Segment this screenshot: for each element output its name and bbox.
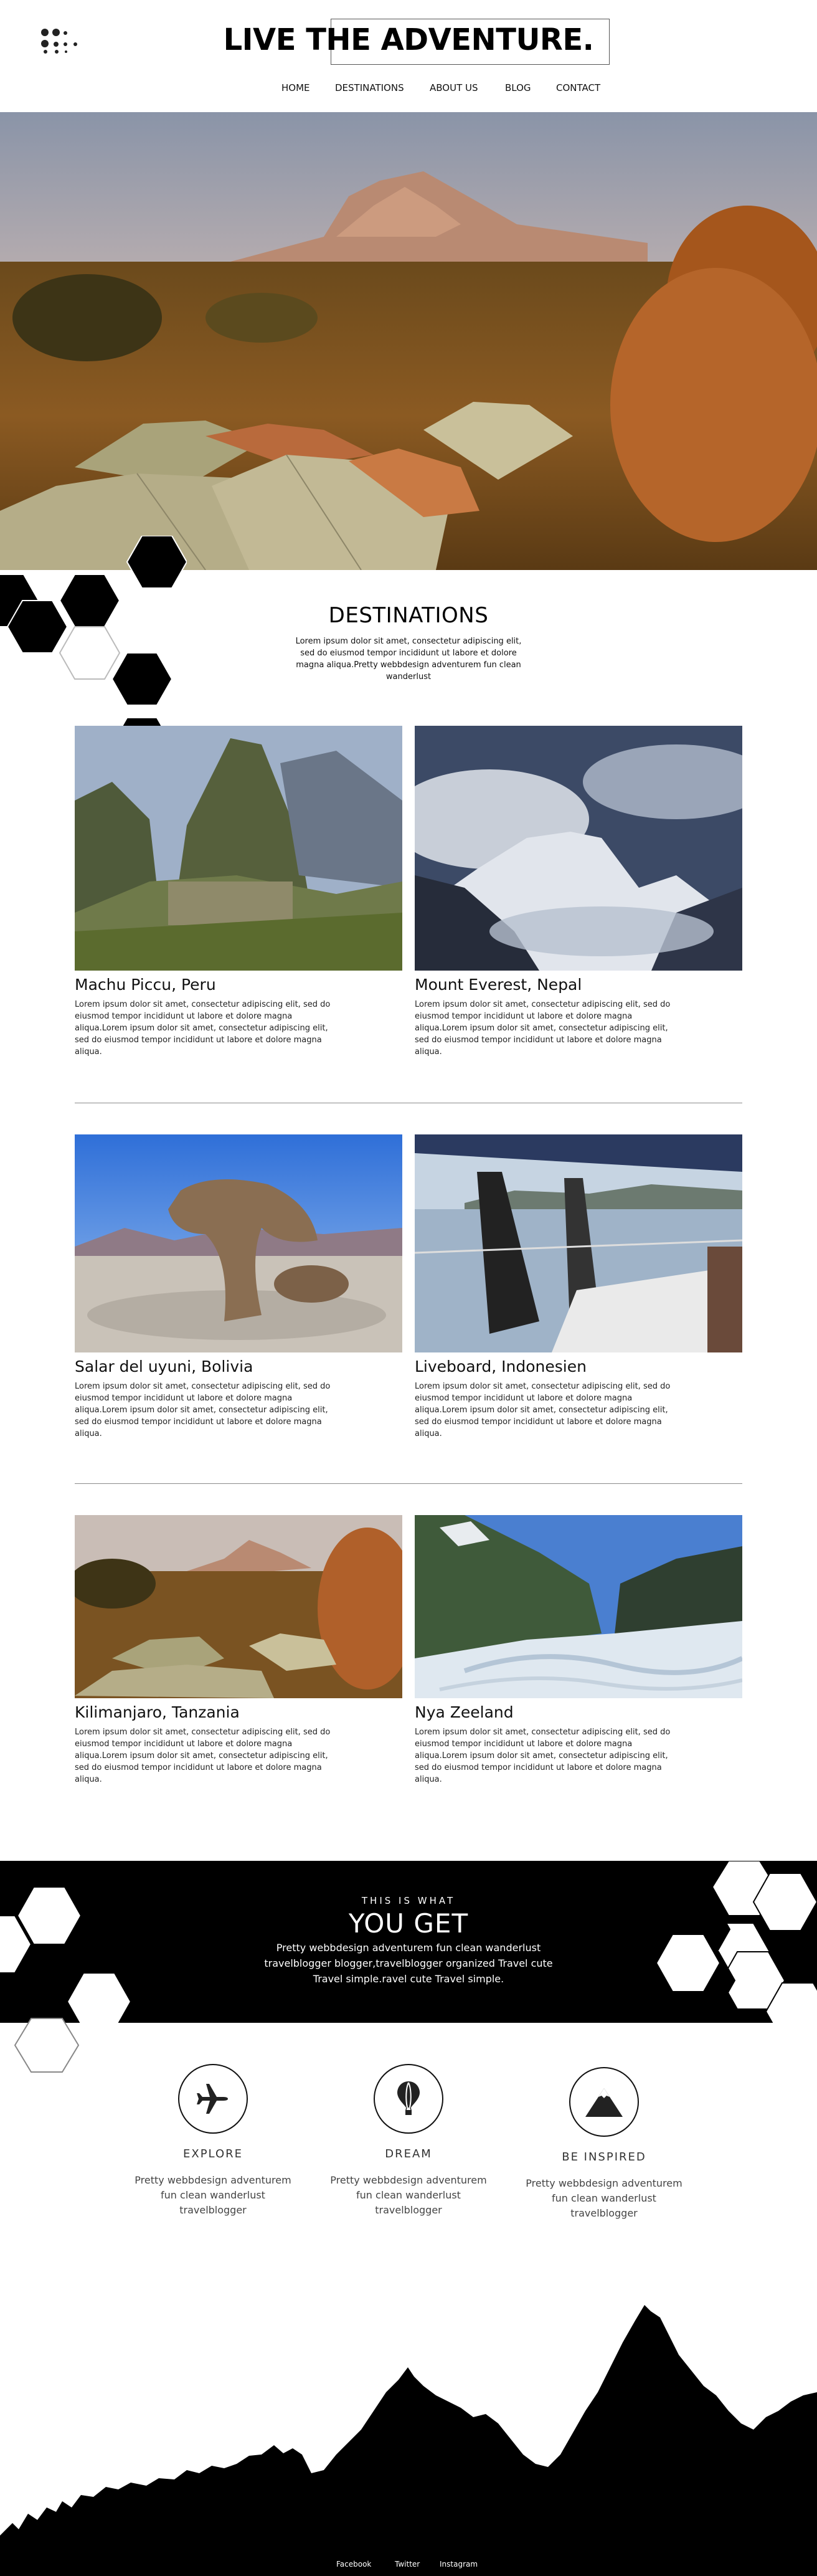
destination-card[interactable]: Nya Zeeland Lorem ipsum dolor sit amet, … <box>415 1515 742 1785</box>
new-zealand-photo[interactable] <box>415 1515 742 1698</box>
band-text: Pretty webbdesign adventurem fun clean w… <box>264 1942 553 1985</box>
nav-blog[interactable]: BLOG <box>505 82 531 93</box>
card-text: Lorem ipsum dolor sit amet, consectetur … <box>75 1382 331 1438</box>
nav-home[interactable]: HOME <box>281 82 310 93</box>
destination-card[interactable]: Salar del uyuni, Bolivia Lorem ipsum dol… <box>75 1134 402 1440</box>
nav-contact[interactable]: CONTACT <box>556 82 600 93</box>
card-title: Nya Zeeland <box>415 1703 514 1721</box>
footer-facebook-link[interactable]: Facebook <box>336 2560 371 2569</box>
feature-dream[interactable]: DREAM Pretty webbdesign adventurem fun c… <box>318 2064 499 2218</box>
site-title: LIVE THE ADVENTURE. <box>223 22 594 57</box>
card-text: Lorem ipsum dolor sit amet, consectetur … <box>415 1382 671 1438</box>
card-text: Lorem ipsum dolor sit amet, consectetur … <box>415 1728 671 1784</box>
band-title: YOU GET <box>348 1908 469 1939</box>
hexagon-outline-icon <box>14 2018 80 2073</box>
footer-twitter-link[interactable]: Twitter <box>395 2560 420 2569</box>
feature-title: BE INSPIRED <box>562 2151 646 2164</box>
card-title: Kilimanjaro, Tanzania <box>75 1703 240 1721</box>
feature-explore[interactable]: EXPLORE Pretty webbdesign adventurem fun… <box>123 2064 303 2218</box>
section-divider <box>75 1483 742 1484</box>
card-title: Machu Piccu, Peru <box>75 976 216 994</box>
mountain-silhouette <box>0 2305 817 2576</box>
hero-image <box>0 112 817 570</box>
destinations-intro: Lorem ipsum dolor sit amet, consectetur … <box>295 637 522 682</box>
card-text: Lorem ipsum dolor sit amet, consectetur … <box>415 1000 671 1057</box>
nav-destinations[interactable]: DESTINATIONS <box>335 82 404 93</box>
feature-text: Pretty webbdesign adventurem fun clean w… <box>330 2174 487 2216</box>
card-text: Lorem ipsum dolor sit amet, consectetur … <box>75 1000 331 1057</box>
liveboard-photo[interactable] <box>415 1134 742 1352</box>
card-title: Salar del uyuni, Bolivia <box>75 1357 253 1376</box>
everest-photo[interactable] <box>415 726 742 971</box>
mountain-icon[interactable] <box>569 2067 639 2137</box>
feature-text: Pretty webbdesign adventurem fun clean w… <box>135 2174 291 2216</box>
feature-text: Pretty webbdesign adventurem fun clean w… <box>526 2177 682 2219</box>
kilimanjaro-photo[interactable] <box>75 1515 402 1698</box>
destination-card[interactable]: Mount Everest, Nepal Lorem ipsum dolor s… <box>415 726 742 1058</box>
band-kicker: THIS IS WHAT <box>361 1895 456 1906</box>
balloon-icon[interactable] <box>374 2064 443 2134</box>
nav-about-us[interactable]: ABOUT US <box>430 82 478 93</box>
footer-instagram-link[interactable]: Instagram <box>440 2560 478 2569</box>
destination-card[interactable]: Liveboard, Indonesien Lorem ipsum dolor … <box>415 1134 742 1440</box>
airplane-icon[interactable] <box>178 2064 248 2134</box>
destination-card[interactable]: Kilimanjaro, Tanzania Lorem ipsum dolor … <box>75 1515 402 1785</box>
feature-title: DREAM <box>385 2147 432 2160</box>
feature-title: EXPLORE <box>183 2147 243 2160</box>
salar-de-uyuni-photo[interactable] <box>75 1134 402 1352</box>
card-text: Lorem ipsum dolor sit amet, consectetur … <box>75 1728 331 1784</box>
machu-picchu-photo[interactable] <box>75 726 402 971</box>
feature-be-inspired[interactable]: BE INSPIRED Pretty webbdesign adventurem… <box>514 2067 694 2221</box>
card-title: Liveboard, Indonesien <box>415 1357 587 1376</box>
destination-card[interactable]: Machu Piccu, Peru Lorem ipsum dolor sit … <box>75 726 402 1058</box>
destinations-title: DESTINATIONS <box>328 603 489 628</box>
card-title: Mount Everest, Nepal <box>415 976 582 994</box>
